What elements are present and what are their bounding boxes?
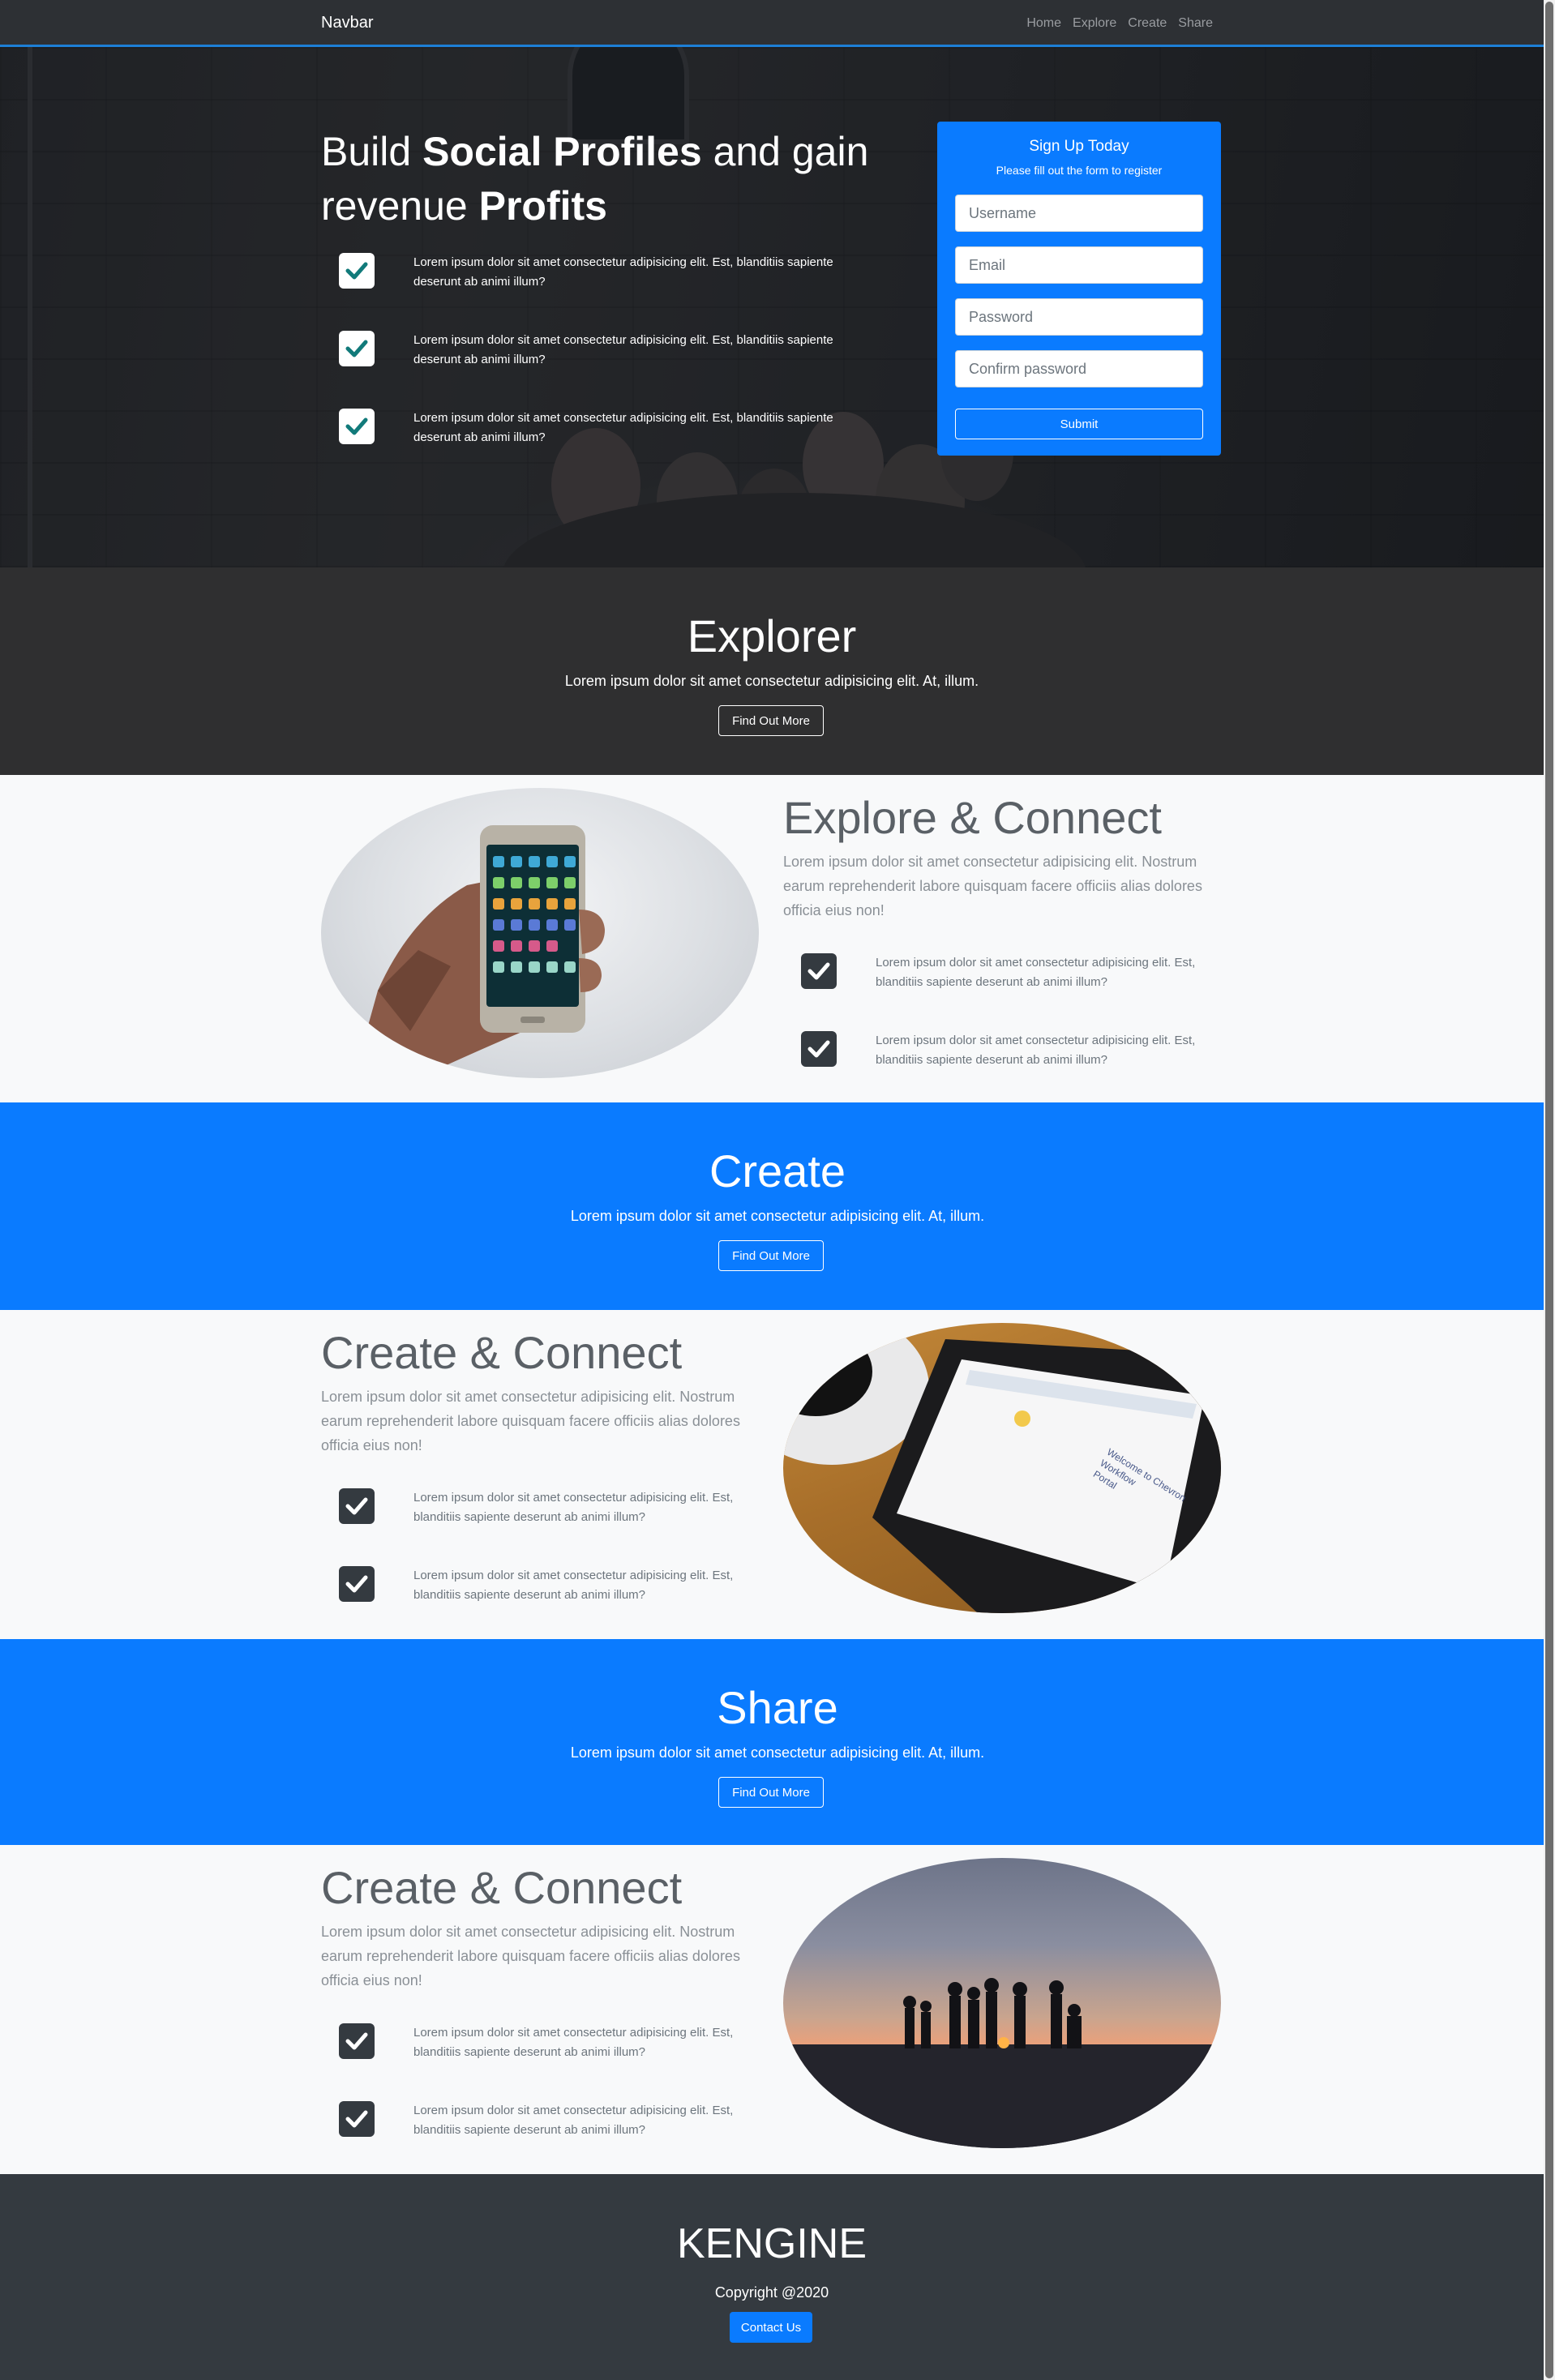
signup-subtitle: Please fill out the form to register xyxy=(996,164,1163,177)
footer-brand: KENGINE xyxy=(676,2220,867,2267)
check-icon xyxy=(339,1488,375,1524)
explore-connect-item-text: Lorem ipsum dolor sit amet consectetur a… xyxy=(876,956,1196,989)
hero-feature-text: Lorem ipsum dolor sit amet consectetur a… xyxy=(413,411,833,444)
create-title: Create xyxy=(709,1145,846,1196)
username-field[interactable] xyxy=(955,195,1203,232)
hero-feature-item: Lorem ipsum dolor sit amet consectetur a… xyxy=(339,409,874,486)
phone-in-hand-image xyxy=(321,788,759,1078)
explore-connect-section: Explore & Connect Lorem ipsum dolor sit … xyxy=(0,775,1544,1102)
share-section: Share Lorem ipsum dolor sit amet consect… xyxy=(0,1639,1555,1845)
create-connect-title: Create & Connect xyxy=(321,1327,683,1378)
hero-feature-item: Lorem ipsum dolor sit amet consectetur a… xyxy=(339,253,874,331)
create-connect-2-section: Create & Connect Lorem ipsum dolor sit a… xyxy=(0,1845,1544,2174)
create-connect-item: Lorem ipsum dolor sit amet consectetur a… xyxy=(339,1488,760,1529)
create-connect-2-title: Create & Connect xyxy=(321,1862,683,1913)
signup-title: Sign Up Today xyxy=(1029,138,1129,155)
create-find-out-more-button[interactable]: Find Out More xyxy=(718,1240,824,1271)
create-connect-section: Create & Connect Lorem ipsum dolor sit a… xyxy=(0,1310,1544,1639)
explorer-section: Explorer Lorem ipsum dolor sit amet cons… xyxy=(0,567,1544,775)
email-field[interactable] xyxy=(955,246,1203,284)
create-connect-item: Lorem ipsum dolor sit amet consectetur a… xyxy=(339,1566,760,1607)
hero-section: Build Social Profiles and gain revenue P… xyxy=(0,47,1544,567)
hero-title: Build Social Profiles and gain revenue P… xyxy=(321,129,869,229)
create-section: Create Lorem ipsum dolor sit amet consec… xyxy=(0,1102,1555,1310)
create-connect-2-item-text: Lorem ipsum dolor sit amet consectetur a… xyxy=(413,2104,734,2137)
password-field[interactable] xyxy=(955,298,1203,336)
create-connect-2-item: Lorem ipsum dolor sit amet consectetur a… xyxy=(339,2101,760,2142)
check-icon xyxy=(339,2101,375,2137)
create-connect-item-text: Lorem ipsum dolor sit amet consectetur a… xyxy=(413,1569,734,1602)
hero-feature-item: Lorem ipsum dolor sit amet consectetur a… xyxy=(339,331,874,409)
explore-connect-item: Lorem ipsum dolor sit amet consectetur a… xyxy=(801,953,1223,994)
nav-link-home[interactable]: Home xyxy=(1026,16,1061,31)
confirm-password-field[interactable] xyxy=(955,350,1203,387)
tablet-coffee-image: Welcome to Chevron Workflow Portal xyxy=(783,1323,1221,1613)
create-connect-2-paragraph: Lorem ipsum dolor sit amet consectetur a… xyxy=(321,1924,740,1988)
create-connect-2-item-text: Lorem ipsum dolor sit amet consectetur a… xyxy=(413,2026,734,2059)
check-icon xyxy=(339,2023,375,2059)
nav-link-create[interactable]: Create xyxy=(1128,16,1167,31)
check-icon xyxy=(801,1031,837,1067)
scrollbar-thumb[interactable] xyxy=(1545,2,1553,2378)
explorer-lead: Lorem ipsum dolor sit amet consectetur a… xyxy=(564,673,979,689)
check-icon xyxy=(339,253,375,289)
create-lead: Lorem ipsum dolor sit amet consectetur a… xyxy=(570,1208,985,1224)
create-connect-item-text: Lorem ipsum dolor sit amet consectetur a… xyxy=(413,1491,734,1524)
nav-links: Home Explore Create Share xyxy=(1026,16,1213,31)
footer-copyright: Copyright @2020 xyxy=(714,2284,829,2301)
explore-connect-item: Lorem ipsum dolor sit amet consectetur a… xyxy=(801,1031,1223,1072)
explore-connect-item-text: Lorem ipsum dolor sit amet consectetur a… xyxy=(876,1034,1196,1067)
page-scrollbar[interactable] xyxy=(1544,0,1555,2380)
check-icon xyxy=(339,409,375,444)
share-find-out-more-button[interactable]: Find Out More xyxy=(718,1777,824,1808)
footer: KENGINE Copyright @2020 Contact Us xyxy=(0,2174,1544,2380)
sunset-group-image xyxy=(783,1858,1221,2148)
hero-feature-list: Lorem ipsum dolor sit amet consectetur a… xyxy=(339,253,874,486)
explore-connect-paragraph: Lorem ipsum dolor sit amet consectetur a… xyxy=(783,854,1202,918)
hero-feature-text: Lorem ipsum dolor sit amet consectetur a… xyxy=(413,255,833,289)
check-icon xyxy=(801,953,837,989)
submit-button[interactable]: Submit xyxy=(955,409,1203,439)
contact-us-button[interactable]: Contact Us xyxy=(730,2312,812,2343)
explore-connect-title: Explore & Connect xyxy=(783,792,1162,843)
check-icon xyxy=(339,331,375,366)
share-lead: Lorem ipsum dolor sit amet consectetur a… xyxy=(570,1744,985,1761)
check-icon xyxy=(339,1566,375,1602)
nav-link-explore[interactable]: Explore xyxy=(1073,16,1116,31)
create-connect-2-item: Lorem ipsum dolor sit amet consectetur a… xyxy=(339,2023,760,2064)
navbar: Navbar Home Explore Create Share xyxy=(0,0,1544,47)
create-connect-paragraph: Lorem ipsum dolor sit amet consectetur a… xyxy=(321,1389,740,1453)
explorer-find-out-more-button[interactable]: Find Out More xyxy=(718,705,824,736)
explorer-title: Explorer xyxy=(687,610,857,661)
navbar-brand[interactable]: Navbar xyxy=(321,14,373,32)
nav-link-share[interactable]: Share xyxy=(1178,16,1213,31)
signup-form: Sign Up Today Please fill out the form t… xyxy=(937,122,1221,456)
hero-feature-text: Lorem ipsum dolor sit amet consectetur a… xyxy=(413,333,833,366)
share-title: Share xyxy=(717,1682,838,1733)
